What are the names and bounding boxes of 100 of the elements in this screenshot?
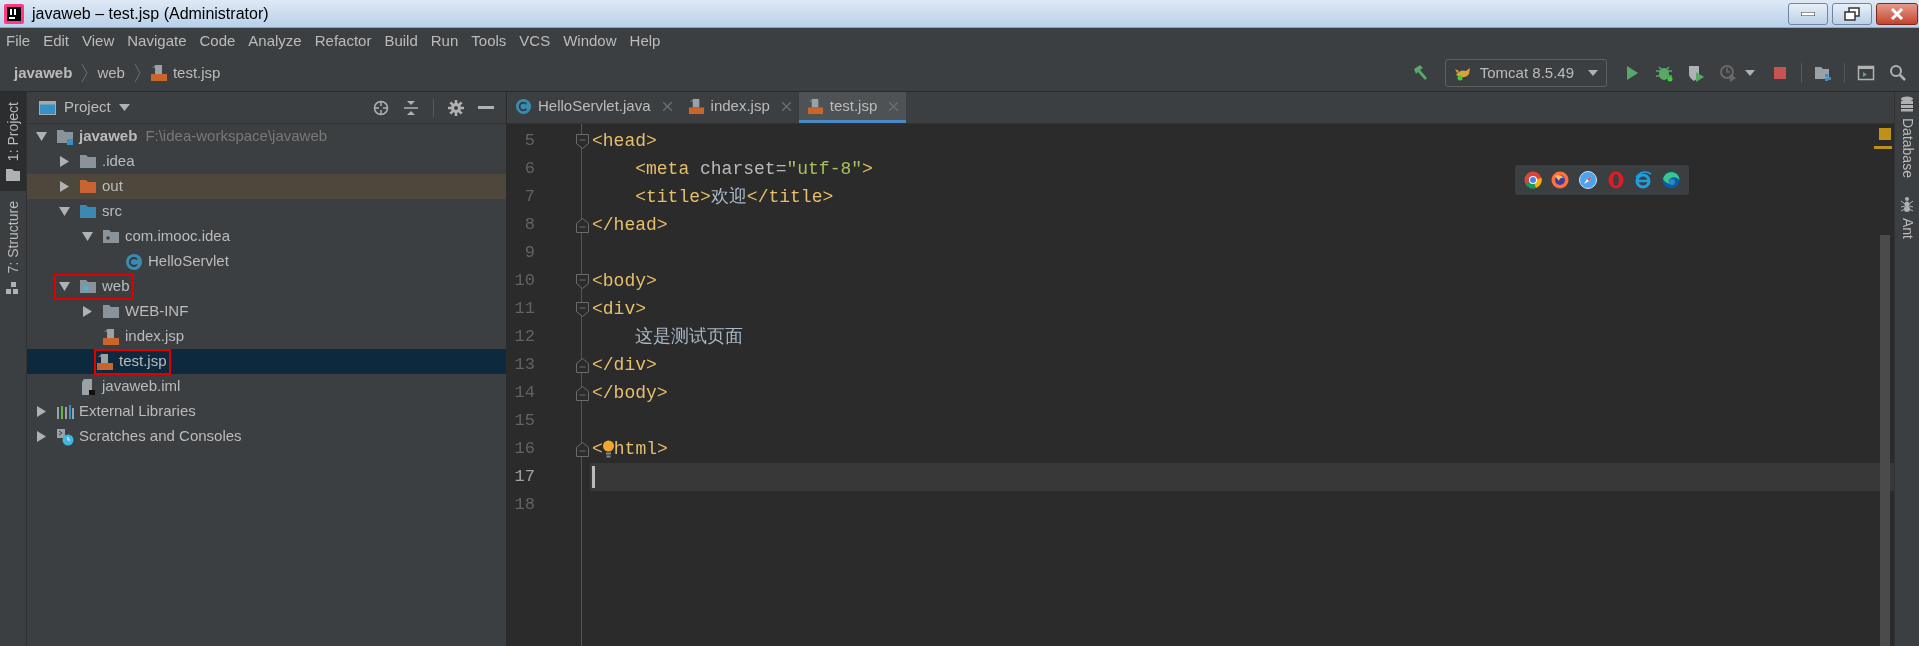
expanded-arrow-icon[interactable] — [36, 132, 47, 141]
collapsed-arrow-icon[interactable] — [37, 431, 46, 442]
tool-window-tab[interactable]: Ant — [1896, 195, 1918, 239]
menu-item[interactable]: Tools — [471, 30, 507, 53]
caret-icon — [118, 104, 130, 111]
line-number: 11 — [513, 298, 535, 321]
tree-item[interactable]: javaweb.iml — [27, 374, 506, 399]
line-number: 8 — [523, 214, 535, 237]
structure-icon — [6, 281, 20, 296]
menu-item[interactable]: Window — [563, 30, 617, 53]
folder-grid-icon — [1814, 64, 1832, 82]
project-view-dropdown[interactable]: Project — [64, 96, 130, 119]
fold-marker-icon[interactable] — [575, 217, 589, 233]
menu-item[interactable]: File — [6, 30, 31, 53]
warning-marker[interactable] — [1879, 128, 1891, 140]
tree-item[interactable]: WEB-INF — [27, 299, 506, 324]
caret-icon[interactable] — [1745, 70, 1755, 76]
folder-icon — [6, 169, 20, 182]
expanded-arrow-icon[interactable] — [59, 207, 70, 216]
line-number: 18 — [513, 494, 535, 517]
menu-item[interactable]: Edit — [43, 30, 70, 53]
breadcrumb[interactable]: test.jsp — [172, 61, 221, 85]
folder-icon — [102, 302, 120, 321]
collapsed-arrow-icon[interactable] — [83, 306, 92, 317]
tool-window-tab[interactable]: Database — [1896, 96, 1918, 178]
collapsed-arrow-icon[interactable] — [37, 406, 46, 417]
menu-item[interactable]: Refactor — [314, 30, 372, 53]
tool-window-tab[interactable]: 1: Project — [0, 92, 26, 192]
compass-icon[interactable] — [1579, 171, 1598, 189]
line-number: 9 — [523, 242, 535, 265]
stop-icon — [1771, 64, 1789, 82]
menu-item[interactable]: Navigate — [127, 30, 187, 53]
project-path: F:\idea-workspace\javaweb — [145, 126, 328, 147]
scrollbar-thumb[interactable] — [1880, 235, 1890, 646]
project-icon — [56, 127, 74, 146]
menu-item[interactable]: VCS — [519, 30, 551, 53]
settings-icon[interactable] — [448, 99, 464, 116]
jsp-file-icon — [687, 97, 705, 115]
line-number: 10 — [513, 270, 535, 293]
close-button[interactable] — [1876, 2, 1918, 25]
line-number: 5 — [523, 130, 535, 153]
chevron-icon — [81, 63, 89, 83]
fold-marker-icon[interactable] — [575, 301, 589, 317]
fold-marker-icon[interactable] — [575, 441, 589, 457]
restore-button[interactable] — [1832, 2, 1872, 25]
file-icon — [79, 377, 97, 396]
editor-tab[interactable]: index.jsp — [679, 92, 799, 123]
collapsed-arrow-icon[interactable] — [60, 156, 69, 167]
tree-item[interactable]: web — [27, 274, 506, 299]
menu-item[interactable]: Help — [629, 30, 661, 53]
code-line: <title>欢迎</title> — [634, 185, 834, 209]
collapsed-arrow-icon[interactable] — [60, 181, 69, 192]
editor-tab[interactable]: HelloServlet.java — [507, 92, 680, 123]
tree-item[interactable]: test.jsp — [27, 349, 506, 374]
tree-item[interactable]: out — [27, 174, 506, 199]
line-number: 6 — [523, 158, 535, 181]
browser-icon[interactable] — [1523, 171, 1542, 189]
browser-icon[interactable] — [1662, 171, 1681, 189]
breadcrumb[interactable]: web — [97, 61, 125, 85]
fold-marker-icon[interactable] — [575, 385, 589, 401]
cat-icon — [1453, 65, 1472, 81]
search-icon — [1889, 64, 1907, 82]
line-number: 14 — [513, 382, 535, 405]
tree-item[interactable]: HelloServlet — [27, 249, 506, 274]
tree-item[interactable]: External Libraries — [27, 399, 506, 424]
collapse-all-icon[interactable] — [403, 99, 419, 116]
window-title: javaweb – test.jsp (Administrator) — [32, 3, 269, 24]
tree-item[interactable]: javaweb F:\idea-workspace\javaweb — [27, 124, 506, 149]
run-configuration-dropdown[interactable]: Tomcat 8.5.49 — [1444, 59, 1607, 87]
code-line: <div> — [592, 297, 646, 321]
menu-item[interactable]: Code — [199, 30, 236, 53]
ant-icon — [1900, 195, 1914, 212]
breadcrumb[interactable]: javaweb — [14, 61, 73, 85]
tree-item[interactable]: src — [27, 199, 506, 224]
menu-item[interactable]: Analyze — [248, 30, 302, 53]
fold-marker-icon[interactable] — [575, 357, 589, 373]
folder-icon — [79, 152, 97, 171]
menu-item[interactable]: Build — [384, 30, 418, 53]
lightbulb-icon[interactable] — [602, 439, 614, 459]
folder-icon — [79, 202, 97, 221]
locate-icon[interactable] — [373, 99, 389, 116]
editor-tab[interactable]: test.jsp — [798, 92, 907, 123]
fold-marker-icon[interactable] — [575, 133, 589, 149]
libraries-icon — [56, 402, 74, 421]
scratches-icon — [56, 427, 74, 446]
fold-marker-icon[interactable] — [575, 273, 589, 289]
tree-item[interactable]: com.imooc.idea — [27, 224, 506, 249]
chevron-icon — [133, 63, 141, 83]
tree-item[interactable]: .idea — [27, 149, 506, 174]
expanded-arrow-icon[interactable] — [82, 232, 93, 241]
minimize-button[interactable] — [1788, 2, 1828, 25]
menu-item[interactable]: View — [82, 30, 115, 53]
jsp-file-icon — [806, 97, 824, 115]
browser-icon[interactable] — [1551, 171, 1570, 189]
tree-item[interactable]: index.jsp — [27, 324, 506, 349]
menu-item[interactable]: Run — [430, 30, 459, 53]
line-number: 17 — [513, 466, 535, 489]
tree-item[interactable]: Scratches and Consoles — [27, 424, 506, 449]
expanded-arrow-icon[interactable] — [59, 282, 70, 291]
jsp-file-icon — [102, 327, 120, 346]
